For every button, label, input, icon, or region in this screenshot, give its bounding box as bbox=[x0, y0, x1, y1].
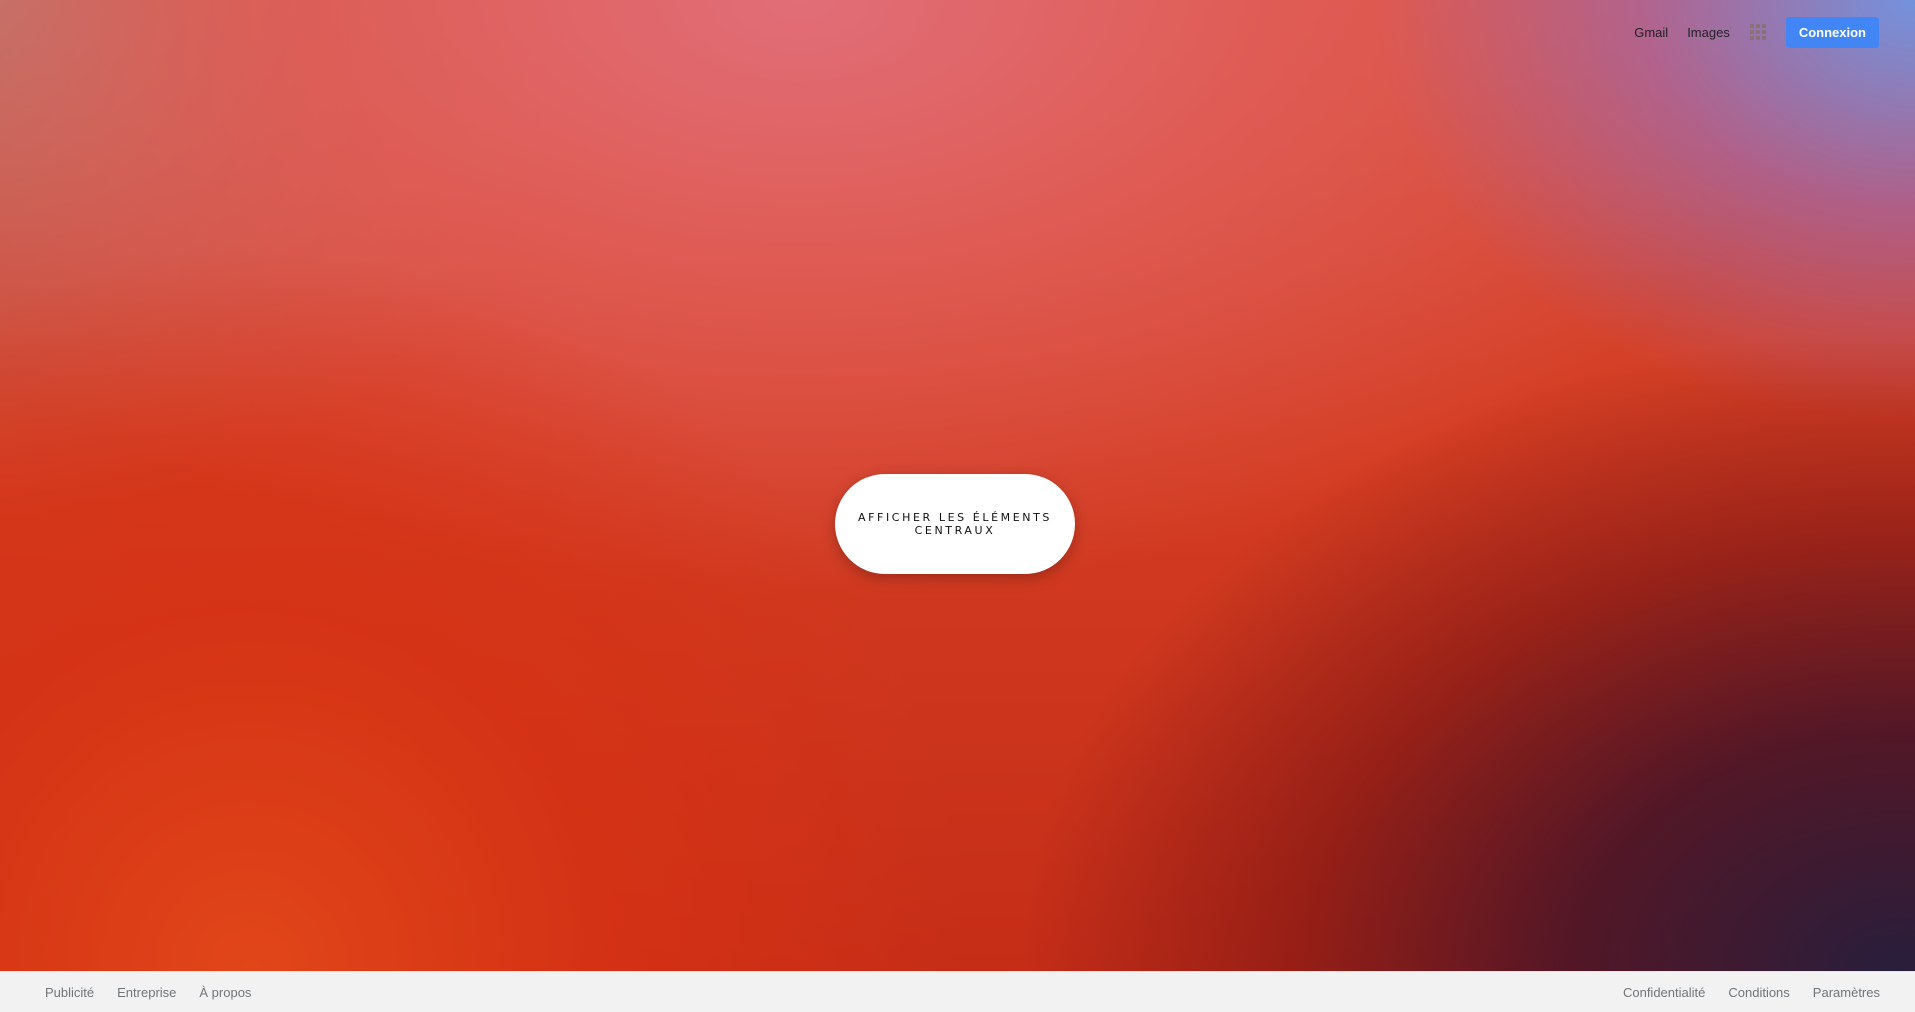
footer-link-terms[interactable]: Conditions bbox=[1728, 985, 1789, 1000]
images-link[interactable]: Images bbox=[1687, 25, 1730, 40]
footer-left-links: Publicité Entreprise À propos bbox=[30, 985, 259, 1000]
apps-grid-icon[interactable] bbox=[1748, 22, 1768, 42]
show-central-elements-button[interactable]: AFFICHER LES ÉLÉMENTS CENTRAUX bbox=[835, 474, 1075, 574]
footer-right-links: Confidentialité Conditions Paramètres bbox=[1600, 985, 1880, 1000]
footer-link-privacy[interactable]: Confidentialité bbox=[1623, 985, 1705, 1000]
footer-link-settings[interactable]: Paramètres bbox=[1813, 985, 1880, 1000]
footer: Publicité Entreprise À propos Confidenti… bbox=[0, 971, 1915, 1012]
footer-link-about[interactable]: À propos bbox=[199, 985, 251, 1000]
footer-link-advertising[interactable]: Publicité bbox=[45, 985, 94, 1000]
top-bar: Gmail Images Connexion bbox=[1615, 16, 1879, 48]
signin-button[interactable]: Connexion bbox=[1785, 16, 1879, 48]
footer-link-business[interactable]: Entreprise bbox=[117, 985, 176, 1000]
page: Gmail Images Connexion AFFICHER LES ÉLÉM… bbox=[0, 0, 1915, 1012]
gmail-link[interactable]: Gmail bbox=[1634, 25, 1668, 40]
